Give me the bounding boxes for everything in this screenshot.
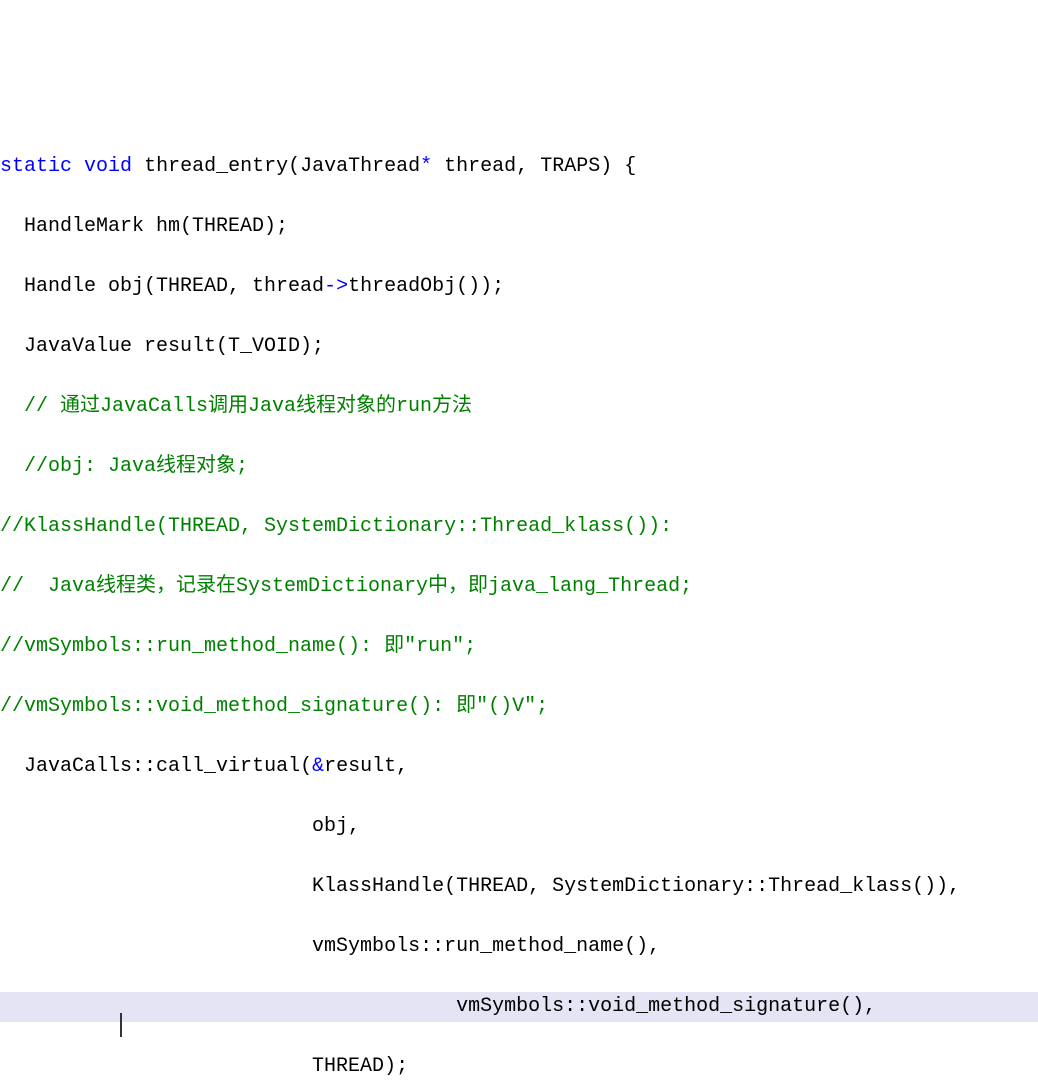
code-text: run_method_name(),: [444, 935, 660, 958]
scope-operator: ::: [744, 875, 768, 898]
keyword-static: static: [0, 155, 72, 178]
code-text: HandleMark hm(THREAD);: [0, 215, 288, 238]
code-text: threadObj());: [348, 275, 504, 298]
code-line-5: // 通过JavaCalls调用Java线程对象的run方法: [0, 392, 1038, 422]
code-line-14: vmSymbols::run_method_name(),: [0, 932, 1038, 962]
code-text: call_virtual(: [156, 755, 312, 778]
comment-text: //obj: Java线程对象;: [0, 455, 248, 478]
pointer-star: *: [420, 155, 432, 178]
code-line-9: //vmSymbols::run_method_name(): 即"run";: [0, 632, 1038, 662]
paren: ): [600, 155, 612, 178]
param-name: thread: [444, 155, 516, 178]
brace: {: [624, 155, 636, 178]
comment-text: // Java线程类，记录在SystemDictionary中，即java_la…: [0, 575, 692, 598]
code-text: vmSymbols: [144, 995, 564, 1018]
code-line-1: static void thread_entry(JavaThread* thr…: [0, 152, 1038, 182]
paren: (: [288, 155, 300, 178]
code-text: JavaCalls: [0, 755, 132, 778]
code-line-16: THREAD);: [0, 1052, 1038, 1082]
code-line-2: HandleMark hm(THREAD);: [0, 212, 1038, 242]
param-name: TRAPS: [540, 155, 600, 178]
code-editor[interactable]: static void thread_entry(JavaThread* thr…: [0, 120, 1038, 1090]
comment-text: //vmSymbols::void_method_signature(): 即"…: [0, 695, 548, 718]
code-text: result,: [324, 755, 408, 778]
keyword-void: void: [84, 155, 132, 178]
comma: ,: [516, 155, 528, 178]
comment-text: //KlassHandle(THREAD, SystemDictionary::…: [0, 515, 672, 538]
function-name: thread_entry: [144, 155, 288, 178]
scope-operator: ::: [132, 755, 156, 778]
code-line-12: obj,: [0, 812, 1038, 842]
scope-operator: ::: [420, 935, 444, 958]
code-text: THREAD);: [0, 1055, 408, 1078]
code-line-8: // Java线程类，记录在SystemDictionary中，即java_la…: [0, 572, 1038, 602]
code-text: void_method_signature(),: [588, 995, 876, 1018]
code-text: vmSymbols: [0, 935, 420, 958]
code-text: Handle obj(THREAD, thread: [0, 275, 324, 298]
code-line-15-highlighted: vmSymbols::void_method_signature(),: [0, 992, 1038, 1022]
address-operator: &: [312, 755, 324, 778]
comment-text: // 通过JavaCalls调用Java线程对象的run方法: [0, 395, 472, 418]
code-text: KlassHandle(THREAD, SystemDictionary: [0, 875, 744, 898]
type-name: JavaThread: [300, 155, 420, 178]
code-line-10: //vmSymbols::void_method_signature(): 即"…: [0, 692, 1038, 722]
code-text: JavaValue result(T_VOID);: [0, 335, 324, 358]
scope-operator: ::: [564, 995, 588, 1018]
code-line-13: KlassHandle(THREAD, SystemDictionary::Th…: [0, 872, 1038, 902]
code-text: Thread_klass()),: [768, 875, 960, 898]
arrow-operator: ->: [324, 275, 348, 298]
comment-text: //vmSymbols::run_method_name(): 即"run";: [0, 635, 476, 658]
code-line-3: Handle obj(THREAD, thread->threadObj());: [0, 272, 1038, 302]
code-line-4: JavaValue result(T_VOID);: [0, 332, 1038, 362]
code-line-11: JavaCalls::call_virtual(&result,: [0, 752, 1038, 782]
code-line-7: //KlassHandle(THREAD, SystemDictionary::…: [0, 512, 1038, 542]
code-line-6: //obj: Java线程对象;: [0, 452, 1038, 482]
code-text: obj,: [0, 815, 360, 838]
